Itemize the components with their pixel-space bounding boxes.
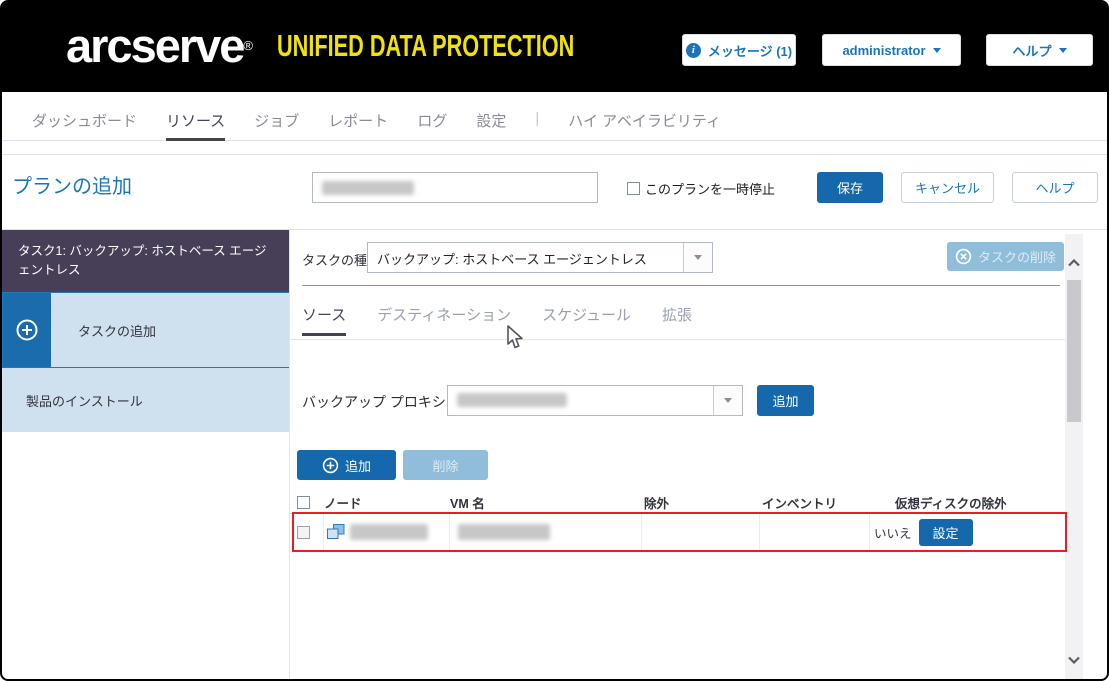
redacted-vm-name bbox=[458, 524, 550, 540]
col-node: ノード bbox=[324, 496, 362, 511]
sidebar-item-install-product[interactable]: 製品のインストール bbox=[2, 368, 289, 432]
pause-plan-checkbox[interactable] bbox=[627, 182, 640, 195]
user-label: administrator bbox=[842, 42, 926, 58]
info-icon: i bbox=[685, 42, 701, 58]
page-title: プランの追加 bbox=[12, 176, 132, 198]
backup-proxy-value bbox=[448, 386, 713, 415]
col-vdisk-exclusion: 仮想ディスクの除外 bbox=[895, 496, 1007, 511]
plus-circle-icon bbox=[16, 319, 38, 341]
vm-node-icon bbox=[327, 524, 345, 539]
redacted-node-name bbox=[350, 524, 428, 540]
mouse-cursor-icon bbox=[507, 325, 523, 349]
chevron-down-icon bbox=[932, 47, 941, 53]
backup-proxy-label: バックアップ プロキシ bbox=[302, 394, 446, 410]
registered-mark: ® bbox=[243, 38, 254, 53]
tab-advanced[interactable]: 拡張 bbox=[662, 304, 692, 336]
tab-destination[interactable]: デスティネーション bbox=[377, 304, 511, 336]
configure-button[interactable]: 設定 bbox=[918, 518, 973, 546]
logo-text: arcserve bbox=[66, 19, 245, 72]
col-vm-name: VM 名 bbox=[450, 496, 485, 511]
chevron-down-icon bbox=[694, 255, 702, 260]
pause-plan-control: このプランを一時停止 bbox=[627, 179, 775, 198]
redacted-proxy-name bbox=[457, 393, 567, 407]
nav-tab-resources[interactable]: リソース bbox=[166, 92, 226, 141]
redacted-plan-name bbox=[322, 181, 414, 195]
scroll-up-button[interactable] bbox=[1065, 248, 1083, 278]
scrollbar-thumb[interactable] bbox=[1067, 280, 1081, 422]
plan-name-input[interactable] bbox=[312, 172, 598, 203]
add-node-button[interactable]: 追加 bbox=[297, 450, 396, 480]
chevron-down-icon bbox=[1068, 656, 1080, 664]
messages-label: メッセージ (1) bbox=[707, 43, 793, 59]
table-row[interactable]: いいえ 設定 bbox=[292, 514, 1067, 551]
nav-tab-settings[interactable]: 設定 bbox=[476, 92, 506, 138]
cell-exclusion bbox=[642, 514, 760, 550]
nav-separator: | bbox=[535, 110, 540, 127]
subtab-divider bbox=[290, 339, 1065, 340]
sidebar-divider bbox=[289, 230, 290, 679]
add-task-label: タスクの追加 bbox=[51, 293, 289, 367]
help-button[interactable]: ヘルプ bbox=[1012, 172, 1098, 203]
add-node-label: 追加 bbox=[344, 458, 371, 474]
tab-source[interactable]: ソース bbox=[302, 304, 347, 336]
nav-tab-jobs[interactable]: ジョブ bbox=[254, 92, 299, 138]
messages-button[interactable]: i メッセージ (1) bbox=[682, 34, 796, 66]
nav-tab-high-availability[interactable]: ハイ アベイラビリティ bbox=[568, 92, 721, 138]
nav-tab-dashboard[interactable]: ダッシュボード bbox=[32, 92, 137, 138]
x-circle-icon bbox=[955, 248, 972, 265]
top-bar: arcserve ® UNIFIED DATA PROTECTION i メッセー… bbox=[2, 2, 1107, 92]
app-window: arcserve ® UNIFIED DATA PROTECTION i メッセー… bbox=[0, 0, 1109, 681]
chevron-up-icon bbox=[1068, 259, 1080, 267]
sidebar-item-task1[interactable]: タスク1: バックアップ: ホストベース エージェントレス bbox=[2, 230, 289, 292]
row-checkbox[interactable] bbox=[297, 525, 310, 539]
help-menu-label: ヘルプ bbox=[1012, 43, 1052, 59]
user-menu-button[interactable]: administrator bbox=[822, 34, 961, 66]
col-inventory: インベントリ bbox=[762, 496, 838, 511]
section-rule bbox=[302, 285, 1060, 286]
save-button[interactable]: 保存 bbox=[817, 172, 883, 203]
select-arrow[interactable] bbox=[683, 243, 712, 272]
delete-task-label: タスクの削除 bbox=[977, 250, 1056, 265]
tab-schedule[interactable]: スケジュール bbox=[542, 304, 631, 336]
chevron-down-icon bbox=[724, 398, 732, 403]
nav-tab-reports[interactable]: レポート bbox=[328, 92, 388, 138]
nav-tab-log[interactable]: ログ bbox=[417, 92, 447, 138]
vdisk-exclusion-value: いいえ bbox=[874, 526, 912, 541]
backup-proxy-select[interactable] bbox=[447, 385, 743, 416]
divider-line bbox=[2, 154, 1107, 155]
select-arrow[interactable] bbox=[713, 386, 742, 415]
main-nav: ダッシュボード リソース ジョブ レポート ログ 設定 | ハイ アベイラビリテ… bbox=[2, 92, 1107, 141]
sidebar-item-add-task[interactable]: タスクの追加 bbox=[2, 292, 290, 368]
col-exclusion: 除外 bbox=[644, 496, 670, 511]
delete-task-button: タスクの削除 bbox=[947, 242, 1064, 271]
vertical-scrollbar[interactable] bbox=[1065, 234, 1083, 679]
cancel-button[interactable]: キャンセル bbox=[901, 172, 994, 203]
plus-circle-icon bbox=[322, 457, 339, 473]
proxy-add-button[interactable]: 追加 bbox=[757, 385, 814, 416]
cell-inventory bbox=[760, 514, 870, 550]
chevron-down-icon bbox=[1058, 47, 1067, 53]
delete-node-button: 削除 bbox=[403, 450, 488, 480]
node-table-header: ノード VM 名 除外 インベントリ 仮想ディスクの除外 bbox=[292, 490, 1067, 514]
logo-tagline: UNIFIED DATA PROTECTION bbox=[277, 28, 575, 63]
task-type-value: バックアップ: ホストベース エージェントレス bbox=[377, 252, 647, 267]
scroll-down-button[interactable] bbox=[1065, 645, 1083, 675]
select-all-checkbox[interactable] bbox=[297, 495, 310, 509]
add-task-icon-cell bbox=[3, 293, 51, 367]
pause-plan-label: このプランを一時停止 bbox=[645, 182, 776, 197]
arcserve-logo: arcserve ® UNIFIED DATA PROTECTION bbox=[66, 22, 702, 69]
task-type-select[interactable]: バックアップ: ホストベース エージェントレス bbox=[367, 242, 713, 273]
help-menu-button[interactable]: ヘルプ bbox=[986, 34, 1093, 66]
